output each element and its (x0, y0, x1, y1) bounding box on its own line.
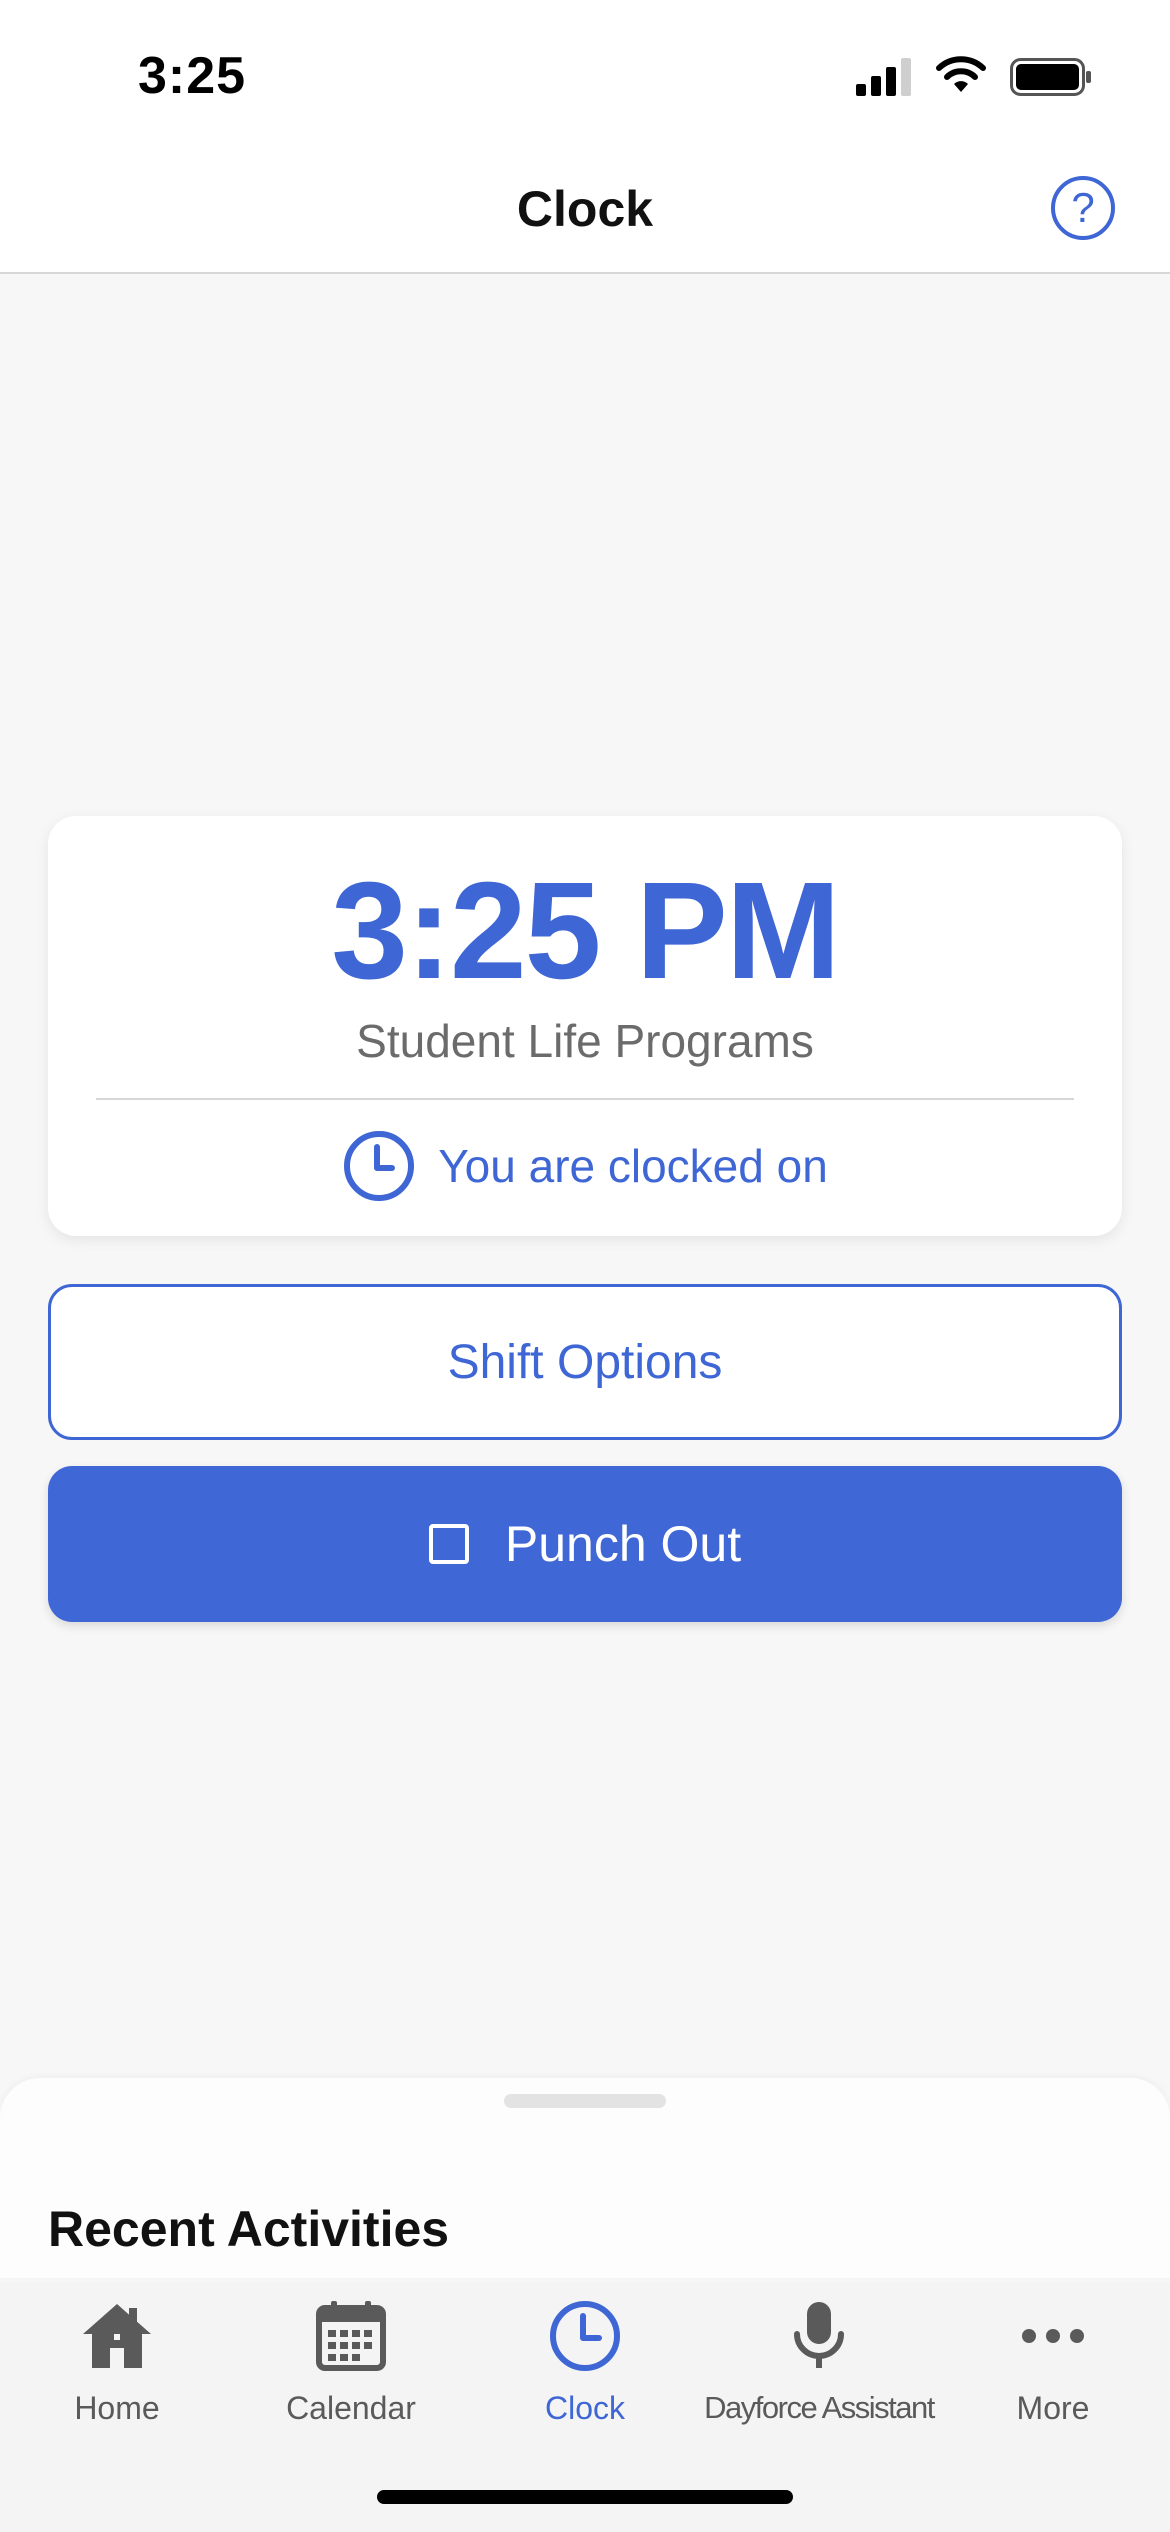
tab-calendar[interactable]: Calendar (234, 2298, 468, 2448)
shift-options-button[interactable]: Shift Options (48, 1284, 1122, 1440)
recent-activities-sheet[interactable]: Recent Activities (0, 2078, 1170, 2278)
tab-clock[interactable]: Clock (468, 2298, 702, 2448)
question-mark-icon: ? (1071, 184, 1095, 231)
shift-options-label: Shift Options (447, 1335, 723, 1389)
clock-status-text: You are clocked on (438, 1140, 828, 1192)
tab-more[interactable]: More (936, 2298, 1170, 2448)
wifi-icon (936, 56, 986, 92)
tab-label: Calendar (286, 2390, 416, 2426)
tab-label: Home (74, 2390, 160, 2426)
calendar-icon (316, 2301, 386, 2371)
clock-status-card: 3:25 PM Student Life Programs You are cl… (48, 816, 1122, 1236)
current-time: 3:25 PM (331, 854, 841, 1008)
header: Clock ? (0, 150, 1170, 274)
punch-out-button[interactable]: Punch Out (48, 1466, 1122, 1622)
sheet-drag-handle[interactable] (504, 2094, 666, 2108)
recent-activities-title: Recent Activities (48, 2201, 450, 2257)
tab-label: Dayforce Assistant (704, 2390, 935, 2425)
home-indicator[interactable] (377, 2490, 793, 2504)
more-dots-icon (1022, 2329, 1084, 2343)
battery-icon (1010, 58, 1091, 96)
clock-icon (344, 1131, 415, 1201)
tab-label: More (1016, 2390, 1090, 2426)
stop-square-icon (428, 1524, 469, 1564)
tab-dayforce-assistant[interactable]: Dayforce Assistant (702, 2298, 936, 2448)
punch-out-label: Punch Out (504, 1516, 742, 1572)
clock-screen: 3:25 Clock ? 3:25 PM Student Life Progra… (0, 0, 1170, 2532)
clock-icon (550, 2301, 620, 2371)
help-button[interactable]: ? (1051, 176, 1115, 240)
cellular-signal-icon (856, 58, 911, 96)
home-icon (83, 2304, 151, 2368)
page-title: Clock (516, 181, 654, 237)
tab-home[interactable]: Home (0, 2298, 234, 2448)
tab-label: Clock (544, 2390, 625, 2426)
status-time: 3:25 (138, 47, 247, 105)
organization-name: Student Life Programs (356, 1015, 814, 1067)
microphone-icon (794, 2302, 844, 2368)
clock-status: You are clocked on (48, 1126, 1122, 1206)
divider (96, 1098, 1074, 1100)
status-bar: 3:25 (0, 0, 1170, 150)
